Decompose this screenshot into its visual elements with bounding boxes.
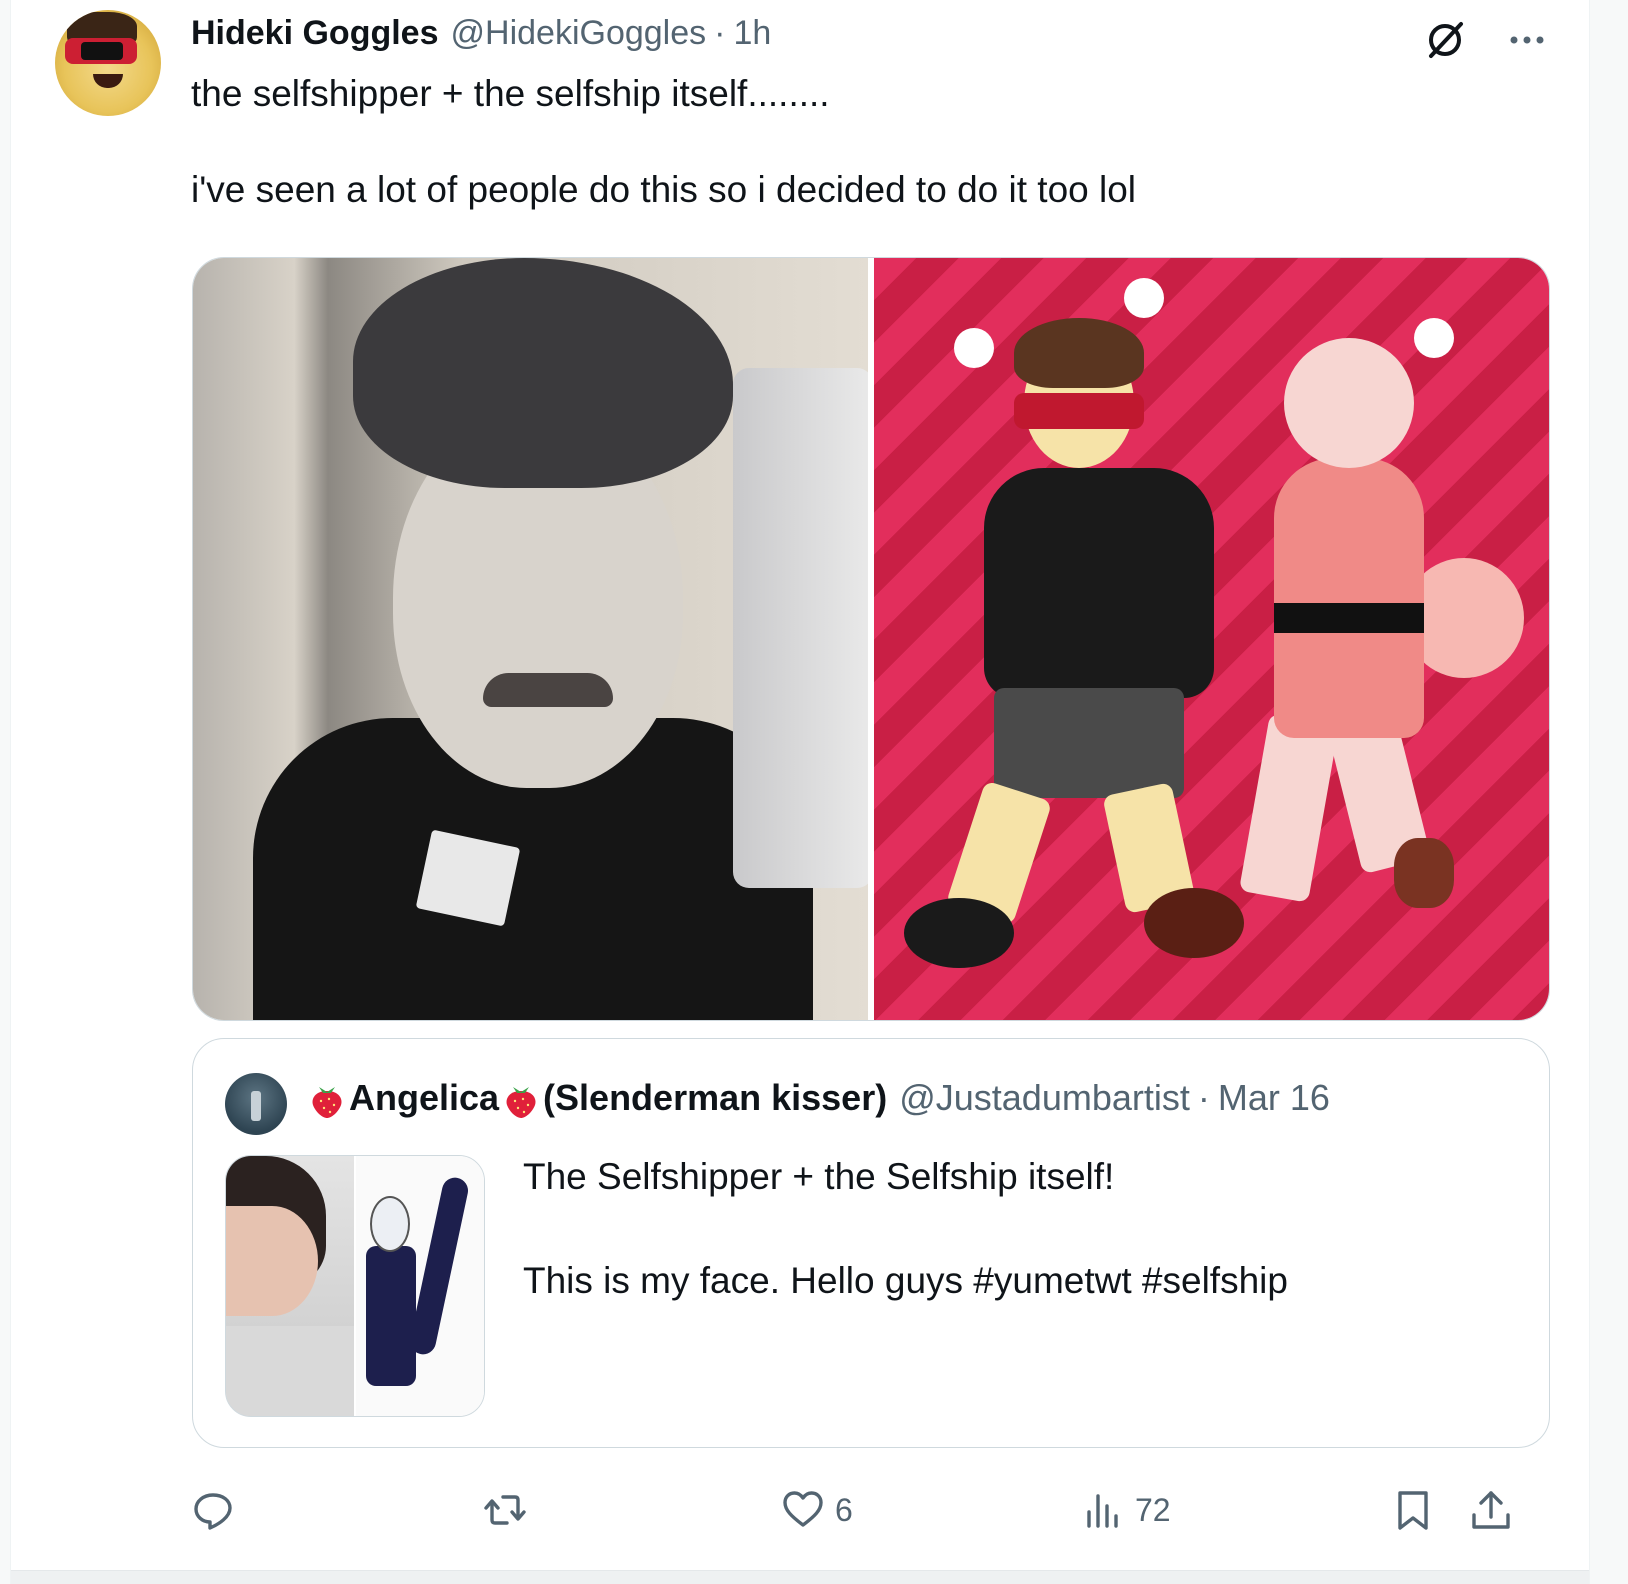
quoted-art-suit [366, 1246, 416, 1386]
share-button[interactable] [1469, 1480, 1513, 1540]
quoted-artwork [354, 1156, 484, 1416]
tweet-card[interactable]: Hideki Goggles @HidekiGoggles · 1h the s… [10, 0, 1590, 1584]
art-cat-dress [1274, 458, 1424, 738]
art-figure-shoe [1144, 888, 1244, 958]
quoted-name-first: Angelica [349, 1077, 500, 1118]
share-icon [1472, 1491, 1510, 1529]
quoted-date[interactable]: Mar 16 [1218, 1077, 1330, 1119]
media-artwork-right[interactable] [874, 258, 1549, 1020]
art-figure-shoe [904, 898, 1014, 968]
strawberry-icon [312, 1087, 342, 1118]
art-speech-bubble [1124, 278, 1164, 318]
quoted-photo-hoodie [226, 1326, 354, 1416]
avatar-lens [81, 42, 123, 60]
quoted-photo-face [226, 1206, 318, 1316]
art-heart-bubble [1414, 318, 1454, 358]
quoted-display-name[interactable]: Angelica (Slenderman kisser) [305, 1077, 887, 1119]
like-count: 6 [835, 1491, 853, 1528]
quoted-author-avatar[interactable] [225, 1073, 287, 1135]
quoted-text: The Selfshipper + the Selfship itself! T… [523, 1156, 1288, 1301]
photo-tablet [733, 368, 868, 888]
art-figure-shorts [994, 688, 1184, 798]
quoted-tweet[interactable]: Angelica (Slenderman kisser) @Justadumba… [192, 1038, 1550, 1448]
art-speech-bubble [954, 328, 994, 368]
tweet-media[interactable] [192, 257, 1550, 1021]
quoted-separator: · [1197, 1077, 1210, 1118]
author-display-name[interactable]: Hideki Goggles [191, 14, 439, 53]
repost-button[interactable] [483, 1480, 537, 1540]
grok-icon[interactable] [1423, 18, 1467, 62]
quoted-name-rest: (Slenderman kisser) [543, 1077, 888, 1118]
like-button[interactable]: 6 [781, 1480, 853, 1540]
art-cat-head [1284, 338, 1414, 468]
next-tweet-edge [11, 1570, 1589, 1584]
repost-icon [484, 1495, 526, 1525]
art-figure-hoodie [984, 468, 1214, 698]
tweet-top-actions [1423, 18, 1549, 62]
views-count: 72 [1135, 1491, 1171, 1528]
quoted-media-thumbnail[interactable] [225, 1155, 485, 1417]
quoted-header: Angelica (Slenderman kisser) @Justadumba… [305, 1077, 1330, 1119]
strawberry-icon [506, 1087, 536, 1118]
tweet-header: Hideki Goggles @HidekiGoggles · 1h [191, 14, 771, 54]
art-cat-shoe [1394, 838, 1454, 908]
bookmark-icon [1398, 1491, 1428, 1530]
tweet-actions-bar: 6 72 [191, 1480, 1551, 1540]
reply-icon [194, 1493, 232, 1530]
art-figure-goggles [1014, 393, 1144, 429]
photo-hair [353, 258, 733, 488]
tweet-timestamp[interactable]: 1h [733, 14, 771, 53]
quoted-handle[interactable]: @Justadumbartist [899, 1077, 1190, 1119]
art-cat-belt [1274, 603, 1424, 633]
quoted-photo [226, 1156, 354, 1416]
quoted-art-tentacle [407, 1175, 471, 1357]
reply-button[interactable] [191, 1480, 245, 1540]
photo-mustache [483, 673, 613, 707]
author-handle[interactable]: @HidekiGoggles [451, 14, 707, 53]
art-figure-hair [1014, 318, 1144, 388]
more-icon[interactable] [1505, 18, 1549, 62]
author-avatar[interactable] [55, 10, 161, 116]
quoted-art-head [370, 1196, 410, 1252]
views-icon [1087, 1494, 1118, 1528]
avatar-mouth [93, 74, 123, 88]
like-icon [783, 1491, 823, 1527]
bookmark-button[interactable] [1391, 1480, 1435, 1540]
art-cat-leg [1238, 713, 1340, 903]
tweet-text: the selfshipper + the selfship itself...… [191, 73, 1137, 210]
header-separator: · [714, 14, 726, 52]
views-button[interactable]: 72 [1081, 1480, 1171, 1540]
media-photo-left[interactable] [193, 258, 868, 1020]
